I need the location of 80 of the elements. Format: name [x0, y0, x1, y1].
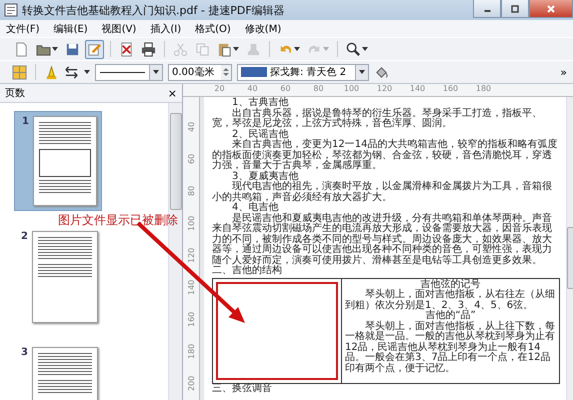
paste-icon: [217, 42, 232, 56]
edit-button[interactable]: [85, 40, 104, 58]
caret-icon: [323, 47, 329, 51]
copy-icon: [195, 42, 210, 56]
ruler-label: 40: [246, 84, 259, 95]
close-icon: [546, 4, 556, 14]
ruler-label: 20: [213, 84, 226, 95]
stamp-icon: [246, 42, 261, 56]
window-title: 转换文件吉他基础教程入门知识.pdf - 捷速PDF编辑器: [22, 2, 286, 18]
ruler-label: 140: [408, 84, 426, 95]
highlighter-icon[interactable]: [44, 64, 59, 80]
save-icon: [65, 42, 80, 56]
scrollbar[interactable]: [168, 103, 182, 400]
heading: 3、夏威夷吉他: [231, 172, 298, 182]
maximize-icon: [510, 4, 520, 14]
heading: 4、电吉他: [231, 203, 280, 213]
panel-title: 页数: [5, 87, 25, 100]
print-button[interactable]: [139, 40, 158, 58]
minimize-icon: [484, 10, 490, 12]
paragraph: 琴头朝上，面对吉他指板，从右往左（从细到粗）依次分别是1、2、3、4、5、6弦。: [345, 290, 556, 310]
heading: 吉他弦的记号: [420, 280, 482, 290]
spin-arrows-icon: [223, 67, 229, 77]
new-document-icon: [14, 42, 29, 56]
menu-item[interactable]: 格式(O): [195, 22, 231, 36]
menu-item[interactable]: 编辑(E): [54, 22, 88, 36]
paragraph: 出自古典乐器，据说是鲁特琴的衍生乐器。琴身采手工打造，指板平、宽，琴弦是尼龙弦，上弦方式特殊，音色浑厚、圆润。: [212, 108, 543, 129]
ruler-label: 120: [376, 84, 394, 95]
ruler-label: 80: [312, 84, 325, 95]
caret-icon: [294, 47, 300, 51]
caret-icon: [233, 47, 239, 51]
page-thumbnail[interactable]: 1: [14, 111, 102, 211]
heading: 2、民谣吉他: [231, 130, 288, 140]
caret-icon: [153, 70, 159, 74]
ruler-label: 100: [186, 214, 196, 233]
caret-icon: [362, 47, 368, 51]
ruler-label: 180: [186, 342, 196, 361]
ruler-label: 100: [342, 84, 360, 95]
paragraph: 是民谣吉他和夏威夷电吉他的改进升级，分有共鸣箱和单体琴两种。声音来自琴弦震动切割磁场产生的电流再放大形成，设备需要放大器，因音乐表现力的不同，被制作成各类不同的型号与样式。周边设备庞大，如效果器、放大器等，通过周边设备可以使吉他出现各种不同种类的音色，可塑性强，表现力随个人爱好而定，演奏可使用拨片、滑棒甚至是电钻等工具创造更多效果。: [212, 214, 553, 266]
minimize-button[interactable]: [473, 0, 501, 18]
heading: 三、换弦调音: [212, 384, 273, 394]
paragraph: 现代电吉他的祖先，演奏时平放，以金属滑棒和金属拨片为工具，音箱很小的共鸣箱，声音必须经有放大器扩大。: [212, 182, 553, 202]
overflow-button[interactable]: »: [560, 66, 567, 78]
heading: 二、吉他的结构: [212, 266, 283, 276]
caret-icon: [359, 70, 365, 74]
close-panel-button[interactable]: ×: [168, 86, 177, 100]
paint-bucket-icon[interactable]: [374, 64, 389, 80]
caret-icon: [52, 47, 58, 51]
ruler-label: 80: [186, 184, 196, 198]
zoom-icon: [346, 42, 361, 56]
ruler-label: 60: [279, 84, 292, 95]
ruler-label: 140: [186, 278, 196, 297]
ruler-label: 60: [186, 152, 196, 166]
menu-item[interactable]: 插入(I): [150, 22, 182, 36]
pdf-export-icon: [119, 42, 134, 56]
menu-item[interactable]: 修改(M): [244, 22, 282, 36]
table-icon[interactable]: [12, 64, 27, 80]
edit-icon: [87, 42, 102, 56]
menu-item[interactable]: 视图(V): [102, 22, 136, 36]
print-icon: [141, 42, 156, 56]
paragraph: 来自古典吉他，变更为12一14品的大共鸣箱吉他，较窄的指板和略有弧度的指板面使演奏更加轻松，琴弦都为钢、合金弦，较硬，音色清脆悦耳，穿透力强，音量大于古典琴，金属感厚重。: [212, 140, 558, 171]
maximize-button[interactable]: [501, 0, 529, 18]
ruler-label: 180: [474, 84, 492, 95]
app-icon: [4, 3, 18, 17]
arrows-icon[interactable]: [64, 64, 79, 80]
ruler-label: 120: [186, 246, 196, 265]
heading: 1、古典吉他: [231, 98, 290, 108]
caret-icon[interactable]: [84, 70, 90, 74]
ruler-label: 160: [442, 84, 460, 95]
cut-icon: [173, 42, 188, 56]
paragraph: 琴头朝上，面对吉他指板，从上往下数，每一格就是一品。一般的吉他从琴枕到琴身为止有12品，民谣吉他从琴枕到琴身为止一般有14品。一般会在第3、7品上印有一个点，在12品印有两个点，便于记忆。: [345, 322, 556, 374]
close-button[interactable]: [529, 0, 573, 18]
zoom-button[interactable]: [344, 40, 370, 58]
line-style-dropdown[interactable]: [95, 64, 163, 80]
menu-item[interactable]: 文件(F): [6, 22, 40, 36]
ruler-label: 200: [186, 374, 196, 393]
ruler-label: 160: [186, 310, 196, 329]
ruler-label: 40: [186, 120, 196, 134]
heading: 吉他的“品”: [424, 311, 477, 321]
line-width-spinner[interactable]: 0.00毫米: [168, 64, 232, 80]
fill-color-dropdown[interactable]: 探戈舞: 青天色 2: [237, 64, 369, 80]
